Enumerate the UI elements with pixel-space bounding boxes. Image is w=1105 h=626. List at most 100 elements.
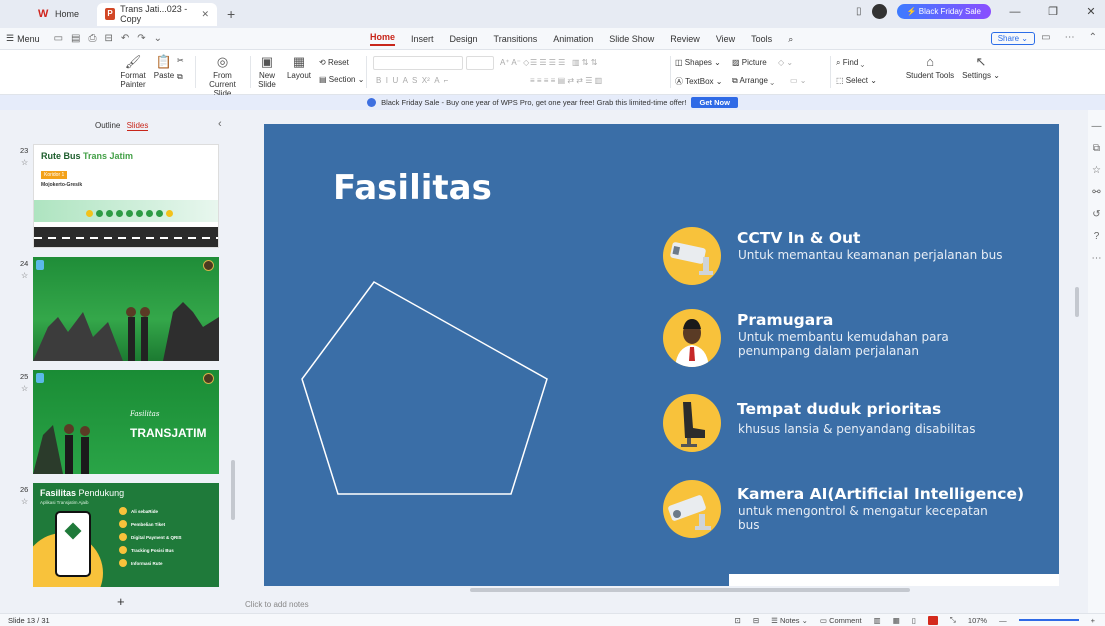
star-icon[interactable]: ☆ [21, 271, 28, 280]
get-now-button[interactable]: Get Now [691, 97, 738, 108]
minus-icon[interactable]: — [1088, 121, 1105, 132]
zoom-level[interactable]: 107% [968, 616, 987, 625]
paragraph-controls[interactable]: ☰ ☰ ☰ ☰ ▥ ⇅ ⇅ [530, 58, 597, 67]
copy-icon[interactable]: ⧉ [1088, 143, 1105, 154]
restore-icon[interactable]: ❐ [1039, 5, 1067, 18]
comment-button[interactable]: ▭ Comment [820, 616, 862, 625]
layout-button[interactable]: ▦ Layout [284, 55, 314, 81]
facility-title-cctv[interactable]: CCTV In & Out [737, 229, 860, 247]
facility-desc-ai-camera[interactable]: untuk mengontrol & mengatur kecepatan bu… [738, 504, 1008, 532]
notes-placeholder[interactable]: Click to add notes [245, 600, 309, 609]
star-icon[interactable]: ☆ [21, 158, 28, 167]
tab-tools[interactable]: Tools [751, 34, 772, 44]
new-file-icon[interactable]: ▭ [54, 33, 63, 44]
slide-thumbnail-23[interactable]: Rute Bus Trans Jatim Koridor 1 Mojokerto… [33, 144, 219, 248]
facility-title-pramugara[interactable]: Pramugara [737, 311, 833, 329]
tab-home[interactable]: Home [370, 32, 396, 46]
tab-transitions[interactable]: Transitions [494, 34, 538, 44]
tab-animation[interactable]: Animation [553, 34, 593, 44]
slide-title[interactable]: Fasilitas [333, 168, 492, 208]
chevron-left-icon[interactable]: ‹ [218, 118, 222, 130]
slide-canvas[interactable]: Fasilitas CCTV In & Out Untuk memantau k… [264, 124, 1059, 586]
vertical-scrollbar[interactable] [1075, 287, 1079, 317]
help-icon[interactable]: ? [1088, 231, 1105, 242]
facility-desc-pramugara[interactable]: Untuk membantu kemudahan para penumpang … [738, 330, 1008, 358]
notes-button[interactable]: ☰ Notes ⌄ [771, 616, 808, 625]
arrange-button[interactable]: ⧉ Arrange ⌄ [732, 76, 774, 86]
tab-insert[interactable]: Insert [411, 34, 434, 44]
spell-icon[interactable]: ⊟ [753, 616, 759, 625]
star-icon[interactable]: ☆ [1088, 165, 1105, 176]
fill-icon[interactable]: ◇ ⌄ [778, 58, 793, 67]
document-tab[interactable]: P Trans Jati...023 - Copy ✕ [97, 2, 218, 26]
avatar[interactable] [871, 4, 887, 19]
alignment-controls[interactable]: ≡ ≡ ≡ ≡ ▤ ⇄ ⇄ ☰ ▥ [530, 76, 602, 85]
font-size-select[interactable] [466, 56, 494, 70]
tab-outline[interactable]: Outline [95, 121, 120, 130]
more-icon[interactable]: ⋯ [1065, 32, 1075, 43]
add-slide-icon[interactable]: + [117, 594, 125, 609]
new-slide-button[interactable]: ▣ New Slide [256, 55, 278, 90]
font-family-select[interactable] [373, 56, 463, 70]
student-tools-button[interactable]: ⌂ Student Tools [900, 55, 960, 81]
star-icon[interactable]: ☆ [21, 497, 28, 506]
minimize-icon[interactable]: — [1001, 6, 1029, 18]
close-tab-icon[interactable]: ✕ [201, 9, 209, 20]
collapse-ribbon-icon[interactable]: ⌃ [1089, 32, 1097, 43]
slide-thumbnail-26[interactable]: Fasilitas Pendukung Aplikasi Transjatim … [33, 483, 219, 587]
facility-title-ai-camera[interactable]: Kamera AI(Artificial Intelligence) [737, 485, 1024, 503]
panel-scrollbar[interactable] [231, 460, 235, 520]
font-size-controls[interactable]: A⁺ A⁻ ◇ [500, 58, 529, 67]
textbox-button[interactable]: Ⓐ TextBox ⌄ [675, 76, 722, 87]
tab-view[interactable]: View [716, 34, 735, 44]
tab-design[interactable]: Design [450, 34, 478, 44]
slide-thumbnail-24[interactable] [33, 257, 219, 361]
grid-view-icon[interactable]: ▦ [893, 616, 900, 625]
sliders-icon[interactable]: ⚯ [1088, 187, 1105, 198]
picture-button[interactable]: ▨ Picture [732, 58, 767, 67]
black-friday-button[interactable]: ⚡ Black Friday Sale [896, 4, 991, 19]
layout-icon[interactable]: ▯ [856, 6, 862, 17]
slide-thumbnail-25[interactable]: Fasilitas TRANSJATIM [33, 370, 219, 474]
share-button[interactable]: Share ⌄ [990, 32, 1035, 45]
fit-window-icon[interactable]: ⤡ [950, 615, 956, 625]
shapes-button[interactable]: ◫ Shapes ⌄ [675, 58, 721, 67]
play-icon[interactable] [927, 615, 938, 625]
horizontal-scrollbar[interactable] [470, 588, 910, 592]
reading-view-icon[interactable]: ▯ [912, 616, 916, 625]
tab-slides[interactable]: Slides [126, 121, 149, 131]
redo-icon[interactable]: ↷ [137, 33, 145, 44]
zoom-in-icon[interactable]: + [1091, 616, 1095, 625]
outline-icon[interactable]: ▭ ⌄ [790, 76, 806, 85]
home-tab[interactable]: W Home [28, 3, 89, 25]
open-file-icon[interactable]: ▤ [71, 33, 80, 44]
tab-slide-show[interactable]: Slide Show [609, 34, 654, 44]
menu-button[interactable]: ☰ Menu [6, 33, 40, 44]
normal-view-icon[interactable]: ▥ [874, 616, 881, 625]
search-icon[interactable]: ⌕ [788, 34, 793, 45]
reset-button[interactable]: ⟲ Reset [319, 58, 349, 67]
zoom-slider[interactable] [1018, 619, 1079, 621]
section-button[interactable]: ▤ Section ⌄ [319, 75, 364, 84]
zoom-out-icon[interactable]: — [999, 616, 1007, 625]
comment-icon[interactable]: ▭ [1041, 32, 1050, 43]
undo-icon[interactable]: ↶ [121, 33, 129, 44]
new-tab-icon[interactable]: + [227, 6, 235, 22]
find-button[interactable]: ⌕ Find ⌄ [836, 58, 864, 68]
star-icon[interactable]: ☆ [21, 384, 28, 393]
print-icon[interactable]: ⊟ [105, 33, 113, 44]
from-current-slide-button[interactable]: ◎ From Current Slide [200, 55, 245, 99]
more-icon[interactable]: ⋯ [1088, 253, 1105, 264]
settings-button[interactable]: ↖ Settings ⌄ [960, 55, 1002, 81]
copy-icon[interactable]: ⧉ [177, 72, 183, 82]
select-button[interactable]: ⬚ Select ⌄ [836, 76, 877, 85]
cut-icon[interactable]: ✂ [177, 56, 184, 65]
text-format-controls[interactable]: B I U A S X² A ⌐ [376, 76, 448, 85]
close-window-icon[interactable]: ✕ [1077, 5, 1105, 18]
facility-desc-seat[interactable]: khusus lansia & penyandang disabilitas [738, 422, 1008, 436]
fit-icon[interactable]: ⊡ [735, 616, 741, 625]
paste-button[interactable]: 📋 Paste [150, 55, 178, 81]
tab-review[interactable]: Review [670, 34, 700, 44]
chevron-down-icon[interactable]: ⌄ [154, 33, 162, 44]
facility-desc-cctv[interactable]: Untuk memantau keamanan perjalanan bus [738, 248, 1008, 262]
